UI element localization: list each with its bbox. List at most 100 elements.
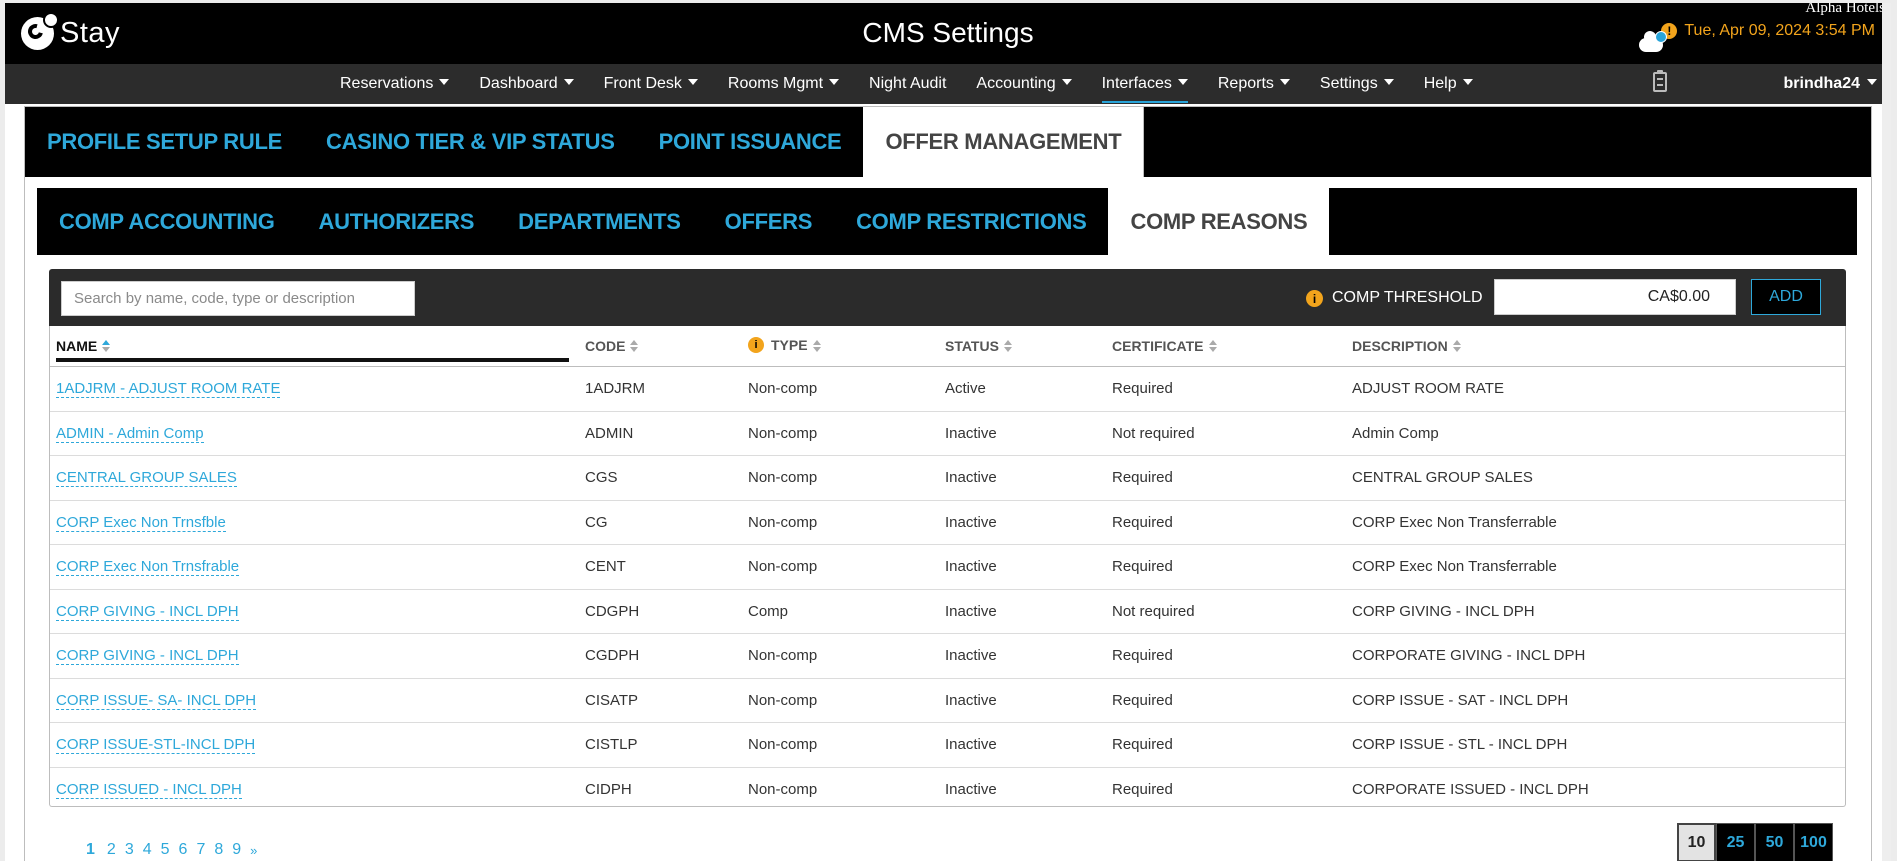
comp-reason-link[interactable]: CORP Exec Non Trnsfble [56,513,226,532]
chevron-down-icon [829,78,840,85]
nav-item-label: Night Audit [869,75,947,92]
sort-icon[interactable] [630,340,639,353]
nav-item-label: Front Desk [603,75,682,92]
page-link-6[interactable]: 6 [179,841,188,859]
cell-description: CORP ISSUE - STL - INCL DPH [1346,722,1845,768]
main-nav: Reservations Dashboard Front Desk Rooms Mgm… [5,31,1891,104]
table-row: CORP Exec Non Trnsfrable CENT Non-comp Inac… [50,544,1845,590]
nav-item-front-desk[interactable]: Front Desk [589,64,713,104]
comp-reason-link[interactable]: CORP ISSUE- SA- INCL DPH [56,691,257,710]
table-body: 1ADJRM - ADJUST ROOM RATE 1ADJRM Non-comp A… [50,366,1845,807]
comp-reason-link[interactable]: CORP Exec Non Trnsfrable [56,558,240,577]
column-header-type[interactable]: i TYPE [742,326,939,367]
cell-code: ADMIN [579,411,742,456]
comp-reason-link[interactable]: CORP GIVING - INCL DPH [56,602,239,621]
chevron-down-icon [439,78,450,85]
column-header-code[interactable]: CODE [579,326,742,367]
page-size-50-button[interactable]: 50 [1755,823,1794,861]
cell-certificate: Required [1106,455,1346,501]
chevron-down-icon [1462,78,1473,85]
comp-reason-link[interactable]: CENTRAL GROUP SALES [56,469,237,488]
chevron-down-icon [1279,78,1290,85]
column-header-description[interactable]: DESCRIPTION [1346,326,1845,367]
page-size-25-button[interactable]: 25 [1716,823,1755,861]
cell-status: Inactive [939,455,1106,501]
add-button[interactable]: ADD [1751,279,1821,315]
nav-item-help[interactable]: Help [1409,64,1488,104]
tab-profile-setup-rule[interactable]: PROFILE SETUP RULE [25,107,304,177]
tab-departments[interactable]: DEPARTMENTS [496,188,703,255]
cell-status: Inactive [939,633,1106,679]
tab-comp-restrictions[interactable]: COMP RESTRICTIONS [834,188,1108,255]
nav-item-rooms-mgmt[interactable]: Rooms Mgmt [713,64,854,104]
nav-item-settings[interactable]: Settings [1305,64,1409,104]
info-icon[interactable]: i [1306,290,1323,307]
column-header-label: STATUS [945,338,999,354]
comp-reason-link[interactable]: ADMIN - Admin Comp [56,424,204,443]
tab-authorizers[interactable]: AUTHORIZERS [297,188,497,255]
nav-item-label: Help [1423,75,1457,92]
cell-code: CISTLP [579,722,742,768]
cell-status: Active [939,366,1106,412]
tab-offer-management[interactable]: OFFER MANAGEMENT [863,107,1145,177]
tab-casino-tier-and-vip-status[interactable]: CASINO TIER & VIP STATUS [304,107,637,177]
column-header-name[interactable]: NAME [50,326,579,367]
page-link-4[interactable]: 4 [143,841,152,859]
page-size-100-button[interactable]: 100 [1794,823,1833,861]
nav-item-accounting[interactable]: Accounting [961,64,1086,104]
top-header: Stay CMS Settings Alpha Hotels ! Tue, Ap… [5,3,1891,64]
table-header-row: NAME CODE i TYPE STATUS CERTIFICATE DESCRIPTIO… [50,326,1845,367]
tab-comp-reasons[interactable]: COMP REASONS [1108,188,1330,255]
comp-reason-link[interactable]: CORP ISSUED - INCL DPH [56,780,242,799]
page-size-10-button[interactable]: 10 [1677,823,1716,861]
nav-item-dashboard[interactable]: Dashboard [464,64,588,104]
user-menu[interactable]: brindha24 [1784,64,1877,104]
column-header-status[interactable]: STATUS [939,326,1106,367]
tab-offers[interactable]: OFFERS [703,188,834,255]
nav-item-label: Rooms Mgmt [727,75,824,92]
page-scrollbar[interactable] [1882,3,1891,861]
comp-reason-link[interactable]: CORP ISSUE-STL-INCL DPH [56,736,256,755]
nav-item-reservations[interactable]: Reservations [325,64,464,104]
search-input[interactable] [61,281,415,316]
nav-item-label: Interfaces [1101,75,1172,92]
cell-name: 1ADJRM - ADJUST ROOM RATE [50,366,579,412]
page-link-7[interactable]: 7 [196,841,205,859]
cell-certificate: Not required [1106,589,1346,634]
nav-item-night-audit[interactable]: Night Audit [854,64,961,104]
nav-items: Reservations Dashboard Front Desk Rooms Mgm… [325,64,1488,104]
app-window: Stay CMS Settings Alpha Hotels ! Tue, Ap… [5,3,1891,861]
page-link-9[interactable]: 9 [232,841,241,859]
page-link-3[interactable]: 3 [125,841,134,859]
comp-reason-link[interactable]: 1ADJRM - ADJUST ROOM RATE [56,380,281,399]
tab-comp-accounting[interactable]: COMP ACCOUNTING [37,188,297,255]
nav-item-interfaces[interactable]: Interfaces [1087,64,1203,104]
page-link-1[interactable]: 1 [86,841,95,859]
next-page-link[interactable]: » [250,843,257,861]
comp-reason-link[interactable]: CORP GIVING - INCL DPH [56,647,239,666]
comp-threshold-input[interactable] [1494,279,1736,315]
hotel-name[interactable]: Alpha Hotels [1805,3,1885,17]
sort-icon[interactable] [812,339,821,352]
chevron-down-icon [687,78,698,85]
page-link-8[interactable]: 8 [214,841,223,859]
page-link-5[interactable]: 5 [161,841,170,859]
cell-certificate: Required [1106,678,1346,723]
cell-description: CORP GIVING - INCL DPH [1346,589,1845,634]
cell-type: Non-comp [742,366,939,412]
sort-icon[interactable] [1452,340,1461,353]
nav-item-reports[interactable]: Reports [1203,64,1305,104]
table-row: CORP ISSUE- SA- INCL DPH CISATP Non-comp In… [50,678,1845,723]
column-header-certificate[interactable]: CERTIFICATE [1106,326,1346,367]
sort-icon[interactable] [1003,340,1012,353]
datetime-display: ! Tue, Apr 09, 2024 3:54 PM [1661,22,1875,40]
sort-icon[interactable] [1208,340,1217,353]
sort-icon[interactable] [102,340,111,353]
column-header-label: CODE [585,338,626,354]
cell-name: ADMIN - Admin Comp [50,411,579,456]
cell-certificate: Required [1106,633,1346,679]
page-link-2[interactable]: 2 [107,841,116,859]
info-icon[interactable]: i [748,336,764,353]
tab-point-issuance[interactable]: POINT ISSUANCE [637,107,864,177]
clipboard-icon[interactable] [1653,70,1667,92]
